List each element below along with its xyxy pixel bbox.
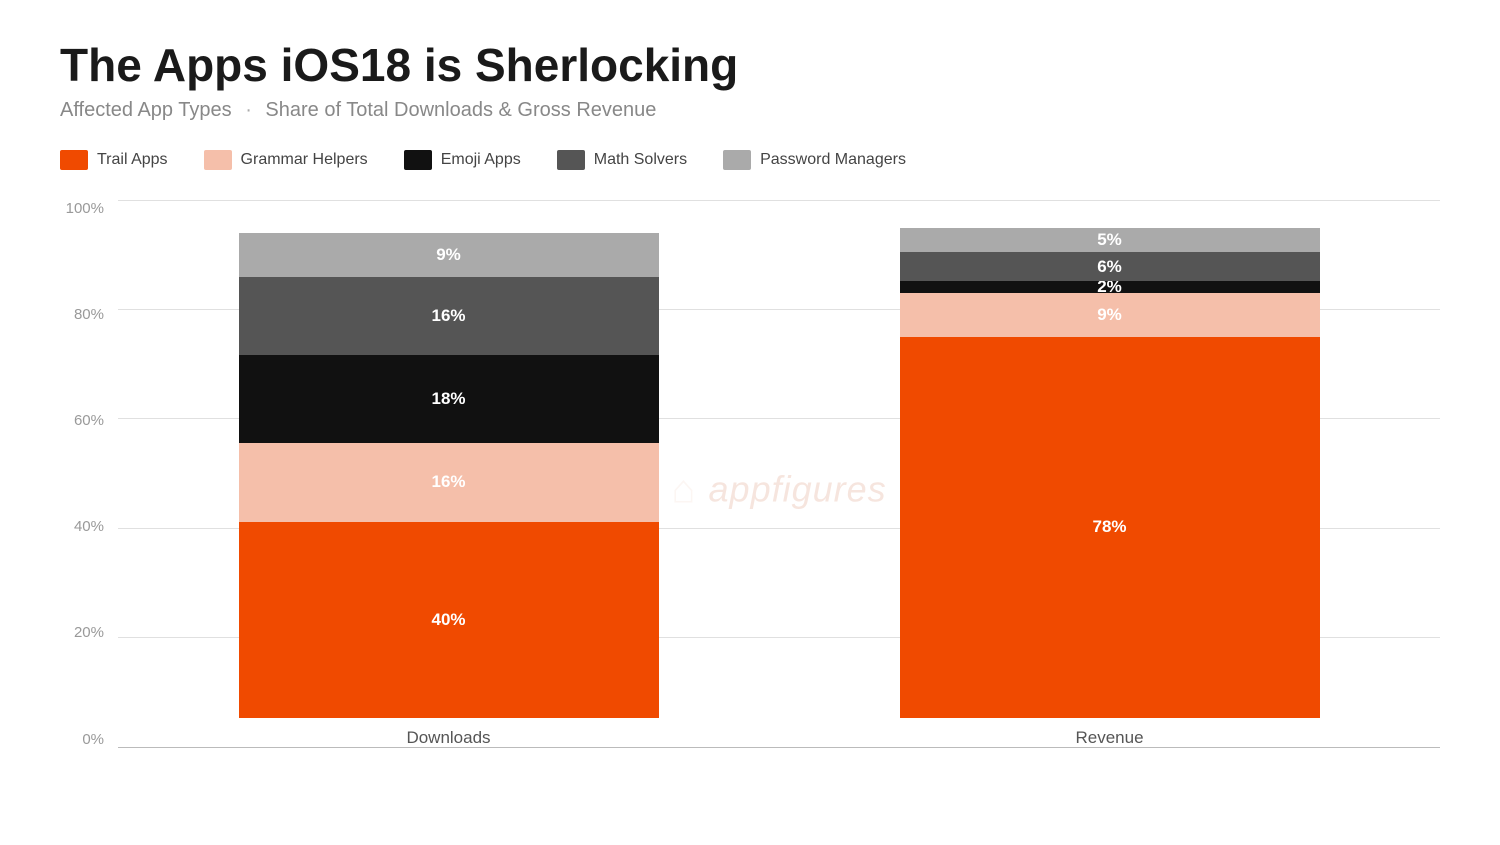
bar-segment-downloads-password_managers: 9% xyxy=(239,233,659,277)
chart-inner: 40%16%18%16%9%Downloads78%9%2%6%5%Revenu… xyxy=(118,200,1440,780)
legend-color-password_managers xyxy=(723,150,751,170)
legend-item-grammar_helpers: Grammar Helpers xyxy=(204,150,368,170)
subtitle-separator: · xyxy=(245,99,252,121)
chart-area: 0%20%40%60%80%100% 40%16%18%16%9%Downloa… xyxy=(60,200,1440,780)
bar-segment-revenue-math_solvers: 6% xyxy=(900,252,1320,281)
chart-legend: Trail Apps Grammar Helpers Emoji Apps Ma… xyxy=(60,150,1440,170)
legend-item-password_managers: Password Managers xyxy=(723,150,906,170)
legend-item-trail_apps: Trail Apps xyxy=(60,150,168,170)
bar-label-downloads: Downloads xyxy=(406,728,490,748)
stacked-bar-revenue: 78%9%2%6%5% xyxy=(900,228,1320,718)
bars-container: 40%16%18%16%9%Downloads78%9%2%6%5%Revenu… xyxy=(118,200,1440,780)
y-axis-label: 40% xyxy=(74,518,104,535)
subtitle-part1: Affected App Types xyxy=(60,99,232,121)
y-axis-label: 80% xyxy=(74,306,104,323)
y-axis-label: 20% xyxy=(74,624,104,641)
legend-label-emoji_apps: Emoji Apps xyxy=(441,151,521,169)
stacked-bar-downloads: 40%16%18%16%9% xyxy=(239,228,659,718)
legend-label-trail_apps: Trail Apps xyxy=(97,151,168,169)
y-axis-label: 60% xyxy=(74,412,104,429)
bar-group-revenue: 78%9%2%6%5% Revenue xyxy=(900,228,1320,748)
bar-segment-downloads-trail_apps: 40% xyxy=(239,522,659,718)
bar-label-revenue: Revenue xyxy=(1075,728,1143,748)
legend-label-math_solvers: Math Solvers xyxy=(594,151,687,169)
legend-label-grammar_helpers: Grammar Helpers xyxy=(241,151,368,169)
legend-color-grammar_helpers xyxy=(204,150,232,170)
legend-label-password_managers: Password Managers xyxy=(760,151,906,169)
y-axis-label: 0% xyxy=(82,731,104,748)
bar-segment-revenue-trail_apps: 78% xyxy=(900,337,1320,717)
bar-segment-downloads-math_solvers: 16% xyxy=(239,277,659,355)
y-axis: 0% 20% 40% 60% 80% 100% xyxy=(60,200,118,780)
page-subtitle: Affected App Types · Share of Total Down… xyxy=(60,99,1440,122)
y-axis-label: 100% xyxy=(66,200,104,217)
bar-segment-downloads-emoji_apps: 18% xyxy=(239,355,659,443)
bar-segment-revenue-emoji_apps: 2% xyxy=(900,281,1320,293)
bar-group-downloads: 40%16%18%16%9%Downloads xyxy=(239,228,659,748)
bar-segment-revenue-grammar_helpers: 9% xyxy=(900,293,1320,337)
bar-segment-downloads-grammar_helpers: 16% xyxy=(239,443,659,521)
legend-color-trail_apps xyxy=(60,150,88,170)
legend-color-math_solvers xyxy=(557,150,585,170)
subtitle-part2: Share of Total Downloads & Gross Revenue xyxy=(265,99,656,121)
legend-item-math_solvers: Math Solvers xyxy=(557,150,687,170)
bar-segment-revenue-password_managers: 5% xyxy=(900,228,1320,252)
legend-color-emoji_apps xyxy=(404,150,432,170)
page-title: The Apps iOS18 is Sherlocking xyxy=(60,40,1440,91)
legend-item-emoji_apps: Emoji Apps xyxy=(404,150,521,170)
